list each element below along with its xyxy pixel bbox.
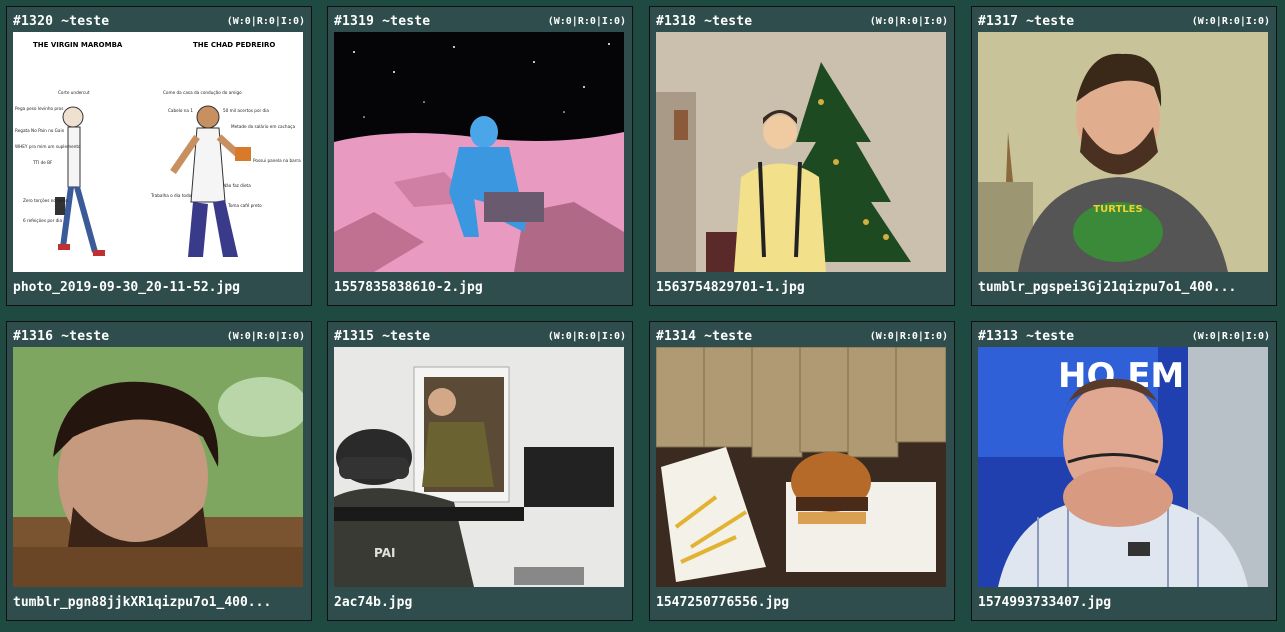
meme-label: Zero torções no peito <box>23 198 68 203</box>
meme-label: Cabelo na 1 <box>168 108 193 113</box>
post-id[interactable]: #1316 ~teste <box>13 329 109 344</box>
meme-label: TTI de BF <box>32 160 53 165</box>
meme-label: Pega peso levinho pros <box>15 106 63 111</box>
meme-label: Corte undercut <box>58 90 90 95</box>
meme-label: Metade do salário em cachaça <box>231 124 295 129</box>
man-in-turtles-shirt-image: TURTLES <box>978 32 1268 272</box>
post-thumbnail[interactable]: PAI <box>334 347 624 587</box>
post-id[interactable]: #1314 ~teste <box>656 329 752 344</box>
post-card[interactable]: #1319 ~teste (W:0|R:0|I:0) 1557835838610… <box>327 6 633 306</box>
post-card[interactable]: #1315 ~teste (W:0|R:0|I:0) PAI 2ac74b.jp… <box>327 321 633 621</box>
meme-label: Come da casa da condução do amigo <box>163 90 242 95</box>
meme-label: Trabalha o dia todo <box>150 193 192 198</box>
card-header: #1314 ~teste (W:0|R:0|I:0) <box>656 326 948 346</box>
card-header: #1317 ~teste (W:0|R:0|I:0) <box>978 11 1270 31</box>
card-header: #1315 ~teste (W:0|R:0|I:0) <box>334 326 626 346</box>
post-thumbnail[interactable] <box>13 347 303 587</box>
post-card[interactable]: #1316 ~teste (W:0|R:0|I:0) tumblr_pgn88j… <box>6 321 312 621</box>
post-filename[interactable]: 2ac74b.jpg <box>334 595 626 610</box>
post-stats: (W:0|R:0|I:0) <box>226 330 305 342</box>
card-header: #1316 ~teste (W:0|R:0|I:0) <box>13 326 305 346</box>
post-id[interactable]: #1317 ~teste <box>978 14 1074 29</box>
card-header: #1320 ~teste (W:0|R:0|I:0) <box>13 11 305 31</box>
meme-label: Não faz dieta <box>223 183 251 188</box>
post-id[interactable]: #1315 ~teste <box>334 329 430 344</box>
meme-left-title: THE VIRGIN MAROMBA <box>33 41 123 49</box>
meme-label: 50 mil acertos por dia <box>223 108 269 113</box>
post-stats: (W:0|R:0|I:0) <box>869 330 948 342</box>
post-card[interactable]: #1317 ~teste (W:0|R:0|I:0) TURTLES tumbl… <box>971 6 1277 306</box>
post-card[interactable]: #1318 ~teste (W:0|R:0|I:0) 1563754829701… <box>649 6 955 306</box>
post-filename[interactable]: photo_2019-09-30_20-11-52.jpg <box>13 280 305 295</box>
post-filename[interactable]: 1574993733407.jpg <box>978 595 1270 610</box>
post-stats: (W:0|R:0|I:0) <box>547 330 626 342</box>
post-card[interactable]: #1320 ~teste (W:0|R:0|I:0) THE VIRGIN MA… <box>6 6 312 306</box>
post-stats: (W:0|R:0|I:0) <box>869 15 948 27</box>
blue-figure-on-pink-moon-image <box>334 32 624 272</box>
meme-label: Toma café preto <box>227 203 262 208</box>
post-thumbnail[interactable] <box>656 347 946 587</box>
shirt-text: TURTLES <box>1093 204 1142 215</box>
post-thumbnail[interactable]: TURTLES <box>978 32 1268 272</box>
meme-label: Regata No Pain no Gain <box>15 128 65 133</box>
post-stats: (W:0|R:0|I:0) <box>1191 15 1270 27</box>
man-buried-in-dirt-image <box>13 347 303 587</box>
cash-stacks-and-burger-image <box>656 347 946 587</box>
card-header: #1318 ~teste (W:0|R:0|I:0) <box>656 11 948 31</box>
card-header: #1319 ~teste (W:0|R:0|I:0) <box>334 11 626 31</box>
post-thumbnail[interactable] <box>656 32 946 272</box>
post-thumbnail[interactable]: THE VIRGIN MAROMBA THE CHAD PEDREIRO Cor… <box>13 32 303 272</box>
post-thumbnail[interactable] <box>334 32 624 272</box>
post-filename[interactable]: tumblr_pgspei3Gj21qizpu7o1_400... <box>978 280 1270 295</box>
post-id[interactable]: #1319 ~teste <box>334 14 430 29</box>
man-crying-on-tv-image: HO EM <box>978 347 1268 587</box>
meme-right-title: THE CHAD PEDREIRO <box>193 41 275 49</box>
post-id[interactable]: #1320 ~teste <box>13 14 109 29</box>
post-card[interactable]: #1313 ~teste (W:0|R:0|I:0) HO EM 1574993… <box>971 321 1277 621</box>
person-by-christmas-tree-image <box>656 32 946 272</box>
vest-text: PAI <box>374 546 395 560</box>
post-card[interactable]: #1314 ~teste (W:0|R:0|I:0) 1547250776556… <box>649 321 955 621</box>
virgin-vs-chad-meme-image: THE VIRGIN MAROMBA THE CHAD PEDREIRO Cor… <box>13 32 303 272</box>
post-stats: (W:0|R:0|I:0) <box>226 15 305 27</box>
post-filename[interactable]: 1563754829701-1.jpg <box>656 280 948 295</box>
meme-label: Possui panela na barra <box>253 158 301 163</box>
post-filename[interactable]: tumblr_pgn88jjkXR1qizpu7o1_400... <box>13 595 305 610</box>
post-thumbnail[interactable]: HO EM <box>978 347 1268 587</box>
post-id[interactable]: #1313 ~teste <box>978 329 1074 344</box>
post-grid: #1320 ~teste (W:0|R:0|I:0) THE VIRGIN MA… <box>0 0 1285 632</box>
post-id[interactable]: #1318 ~teste <box>656 14 752 29</box>
post-stats: (W:0|R:0|I:0) <box>547 15 626 27</box>
meme-label: 6 refeições por dia <box>23 218 62 223</box>
meme-label: WHEY pra mim um suplemento <box>15 144 81 149</box>
card-header: #1313 ~teste (W:0|R:0|I:0) <box>978 326 1270 346</box>
swat-and-man-in-cabinet-image: PAI <box>334 347 624 587</box>
post-filename[interactable]: 1557835838610-2.jpg <box>334 280 626 295</box>
post-stats: (W:0|R:0|I:0) <box>1191 330 1270 342</box>
post-filename[interactable]: 1547250776556.jpg <box>656 595 948 610</box>
